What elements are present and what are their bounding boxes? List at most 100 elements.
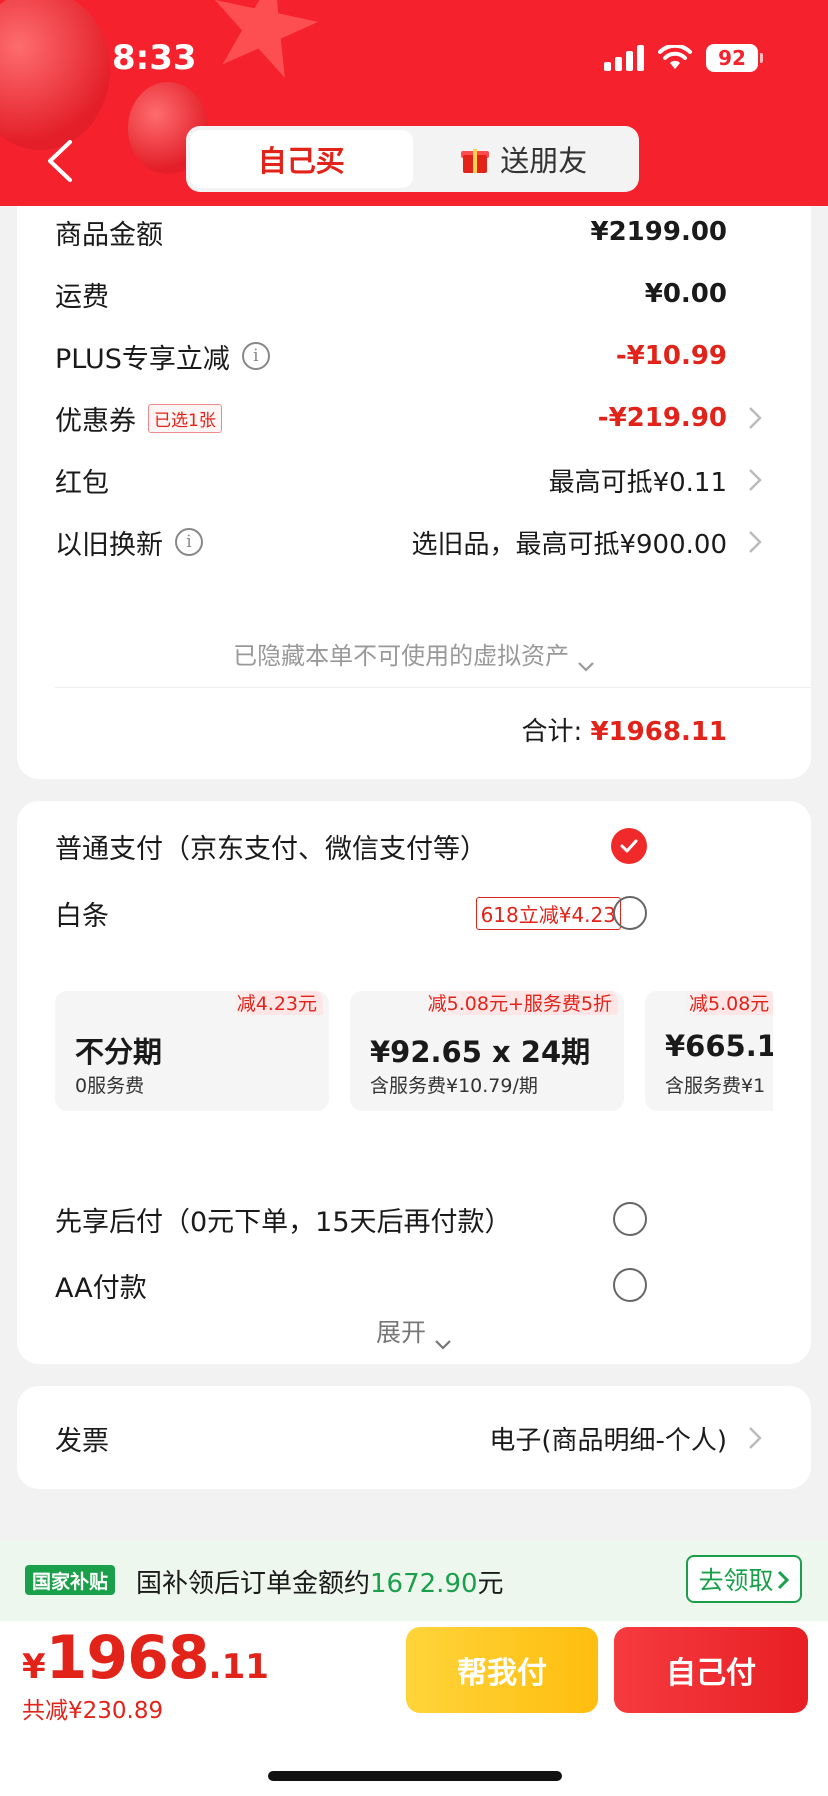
pay-myself-button[interactable]: 自己付 (614, 1627, 808, 1713)
info-icon[interactable]: i (241, 342, 270, 370)
plan-title: 不分期 (75, 1035, 163, 1069)
info-icon[interactable]: i (175, 528, 203, 556)
coupon-row[interactable]: 优惠券 已选1张 -¥219.90 (17, 388, 811, 448)
price-currency: ¥ (22, 1647, 46, 1687)
installment-plan-card[interactable]: 减5.08元 ¥665.14 含服务费¥1 (645, 991, 773, 1111)
coupon-value: -¥219.90 (597, 403, 727, 433)
invoice-card[interactable]: 发票 电子(商品明细-个人) (17, 1386, 811, 1489)
tab-buy-self-label: 自己买 (257, 144, 345, 178)
coupon-label: 优惠券 (55, 405, 136, 437)
balloon-decoration (0, 0, 110, 150)
divider (55, 687, 811, 688)
goods-amount-value: ¥2199.00 (590, 217, 727, 247)
claim-subsidy-button[interactable]: 去领取 (686, 1555, 802, 1603)
radio-pay-later[interactable] (613, 1202, 647, 1236)
plus-discount-label-wrap: PLUS专享立减 i (55, 337, 270, 376)
radio-aa[interactable] (613, 1268, 647, 1302)
plus-discount-row: PLUS专享立减 i -¥10.99 (17, 326, 811, 386)
payment-aa-label: AA付款 (55, 1272, 147, 1304)
buy-mode-switch: 自己买 送朋友 (186, 126, 639, 192)
redpack-label: 红包 (55, 467, 109, 499)
back-chevron-icon[interactable] (42, 138, 78, 184)
chevron-right-icon (747, 1425, 763, 1451)
check-circle-icon[interactable] (611, 828, 647, 864)
price-summary-card: 商品金额 ¥2199.00 运费 ¥0.00 PLUS专享立减 i -¥10.9… (17, 206, 811, 779)
payment-later-row[interactable]: 先享后付（0元下单，15天后再付款） (17, 1189, 811, 1249)
payment-later-label: 先享后付（0元下单，15天后再付款） (55, 1206, 512, 1238)
tradein-label-wrap: 以旧换新 i (55, 523, 203, 562)
chevron-right-icon (776, 1568, 790, 1590)
plan-subtitle: 含服务费¥1 (665, 1075, 766, 1097)
goods-amount-row: 商品金额 ¥2199.00 (17, 202, 811, 262)
hidden-assets-text: 已隐藏本单不可使用的虚拟资产 (233, 642, 570, 670)
total-saved: 共减¥230.89 (22, 1698, 164, 1724)
shipping-value: ¥0.00 (644, 279, 727, 309)
home-indicator (268, 1771, 562, 1781)
plan-subtitle: 含服务费¥10.79/期 (370, 1075, 538, 1097)
tab-gift-friend[interactable]: 送朋友 (413, 130, 636, 188)
payment-normal-row[interactable]: 普通支付（京东支付、微信支付等） (17, 816, 811, 876)
redpack-value: 最高可抵¥0.11 (548, 467, 727, 498)
plan-title: ¥665.14 (665, 1029, 773, 1063)
payment-baitiao-row[interactable]: 白条 618立减¥4.23 (17, 883, 811, 943)
redpack-row[interactable]: 红包 最高可抵¥0.11 (17, 450, 811, 510)
chevron-down-icon (577, 651, 595, 672)
installment-plans: 减4.23元 不分期 0服务费 减5.08元+服务费5折 ¥92.65 x 24… (55, 991, 773, 1111)
shipping-label: 运费 (55, 281, 109, 313)
installment-plan-card[interactable]: 减5.08元+服务费5折 ¥92.65 x 24期 含服务费¥10.79/期 (350, 991, 624, 1111)
gift-icon (460, 144, 490, 174)
header-bar: 8:33 92 自己买 送朋友 (0, 0, 828, 206)
price-decimal: .11 (208, 1647, 269, 1687)
subsidy-text-suffix: 元 (477, 1569, 504, 1599)
subsidy-text: 国补领后订单金额约1672.90元 (136, 1563, 504, 1600)
order-total-value: ¥1968.11 (590, 717, 727, 747)
invoice-row[interactable]: 发票 电子(商品明细-个人) (17, 1408, 811, 1468)
status-icons: 92 (604, 43, 763, 72)
plan-discount-badge: 减5.08元 (683, 991, 773, 1015)
tradein-label: 以旧换新 (55, 529, 163, 561)
payment-normal-label: 普通支付（京东支付、微信支付等） (55, 833, 487, 865)
battery-icon: 92 (706, 44, 763, 72)
goods-amount-label: 商品金额 (55, 219, 163, 251)
radio-baitiao[interactable] (613, 896, 647, 930)
wifi-icon (658, 43, 692, 71)
help-me-pay-button[interactable]: 帮我付 (406, 1627, 598, 1713)
plan-discount-badge: 减5.08元+服务费5折 (421, 991, 618, 1015)
plus-discount-label: PLUS专享立减 (55, 343, 230, 375)
star-decoration (198, 0, 328, 92)
national-subsidy-bar: 国家补贴 国补领后订单金额约1672.90元 去领取 (0, 1541, 828, 1621)
expand-label: 展开 (376, 1318, 427, 1347)
plan-title: ¥92.65 x 24期 (370, 1035, 591, 1069)
chevron-right-icon (747, 467, 763, 493)
plus-discount-value: -¥10.99 (615, 341, 727, 371)
tradein-value: 选旧品，最高可抵¥900.00 (411, 529, 727, 560)
plan-subtitle: 0服务费 (75, 1075, 145, 1097)
invoice-value: 电子(商品明细-个人) (489, 1425, 727, 1456)
checkout-bar: ¥1968.11 共减¥230.89 帮我付 自己付 (0, 1621, 828, 1796)
installment-plan-card[interactable]: 减4.23元 不分期 0服务费 (55, 991, 329, 1111)
chevron-right-icon (747, 405, 763, 431)
claim-subsidy-label: 去领取 (698, 1566, 774, 1595)
tab-buy-self[interactable]: 自己买 (190, 130, 413, 188)
tab-gift-friend-label: 送朋友 (500, 144, 588, 178)
status-time: 8:33 (112, 38, 197, 78)
order-total: 合计: ¥1968.11 (521, 711, 727, 748)
subsidy-amount: 1672.90 (370, 1569, 478, 1599)
hidden-assets-toggle[interactable]: 已隐藏本单不可使用的虚拟资产 (17, 636, 811, 672)
final-price: ¥1968.11 (22, 1623, 269, 1693)
tradein-row[interactable]: 以旧换新 i 选旧品，最高可抵¥900.00 (17, 512, 811, 572)
price-integer: 1968 (45, 1623, 210, 1693)
coupon-selected-tag: 已选1张 (148, 403, 222, 433)
order-total-label: 合计: (521, 717, 583, 747)
chevron-right-icon (747, 529, 763, 555)
subsidy-tag: 国家补贴 (25, 1565, 116, 1595)
signal-icon (604, 45, 644, 71)
payment-method-card: 普通支付（京东支付、微信支付等） 白条 618立减¥4.23 减4.23元 不分… (17, 801, 811, 1364)
subsidy-text-prefix: 国补领后订单金额约 (136, 1569, 371, 1599)
plan-discount-badge: 减4.23元 (230, 991, 323, 1015)
expand-toggle[interactable]: 展开 (17, 1313, 811, 1350)
payment-aa-row[interactable]: AA付款 (17, 1255, 811, 1315)
coupon-label-wrap: 优惠券 已选1张 (55, 399, 222, 438)
baitiao-promo-tag: 618立减¥4.23 (475, 896, 621, 930)
chevron-down-icon (434, 1328, 452, 1350)
